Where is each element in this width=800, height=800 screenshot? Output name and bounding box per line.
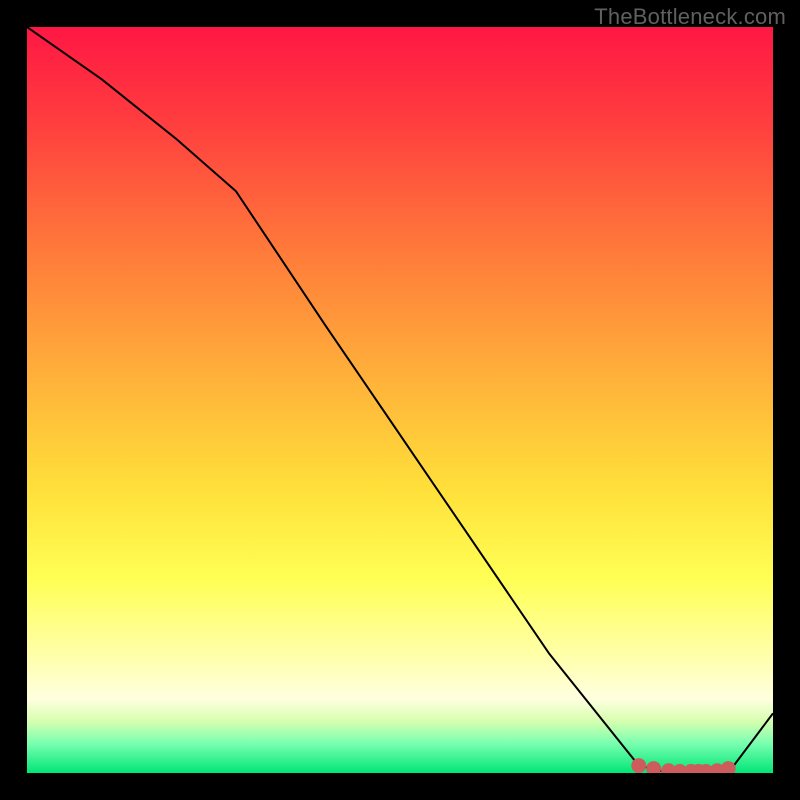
curve-marker bbox=[632, 759, 645, 772]
chart-stage: TheBottleneck.com bbox=[0, 0, 800, 800]
curve-marker bbox=[647, 762, 660, 773]
marker-group bbox=[632, 759, 735, 773]
chart-svg bbox=[27, 27, 773, 773]
plot-area bbox=[27, 27, 773, 773]
watermark-text: TheBottleneck.com bbox=[594, 4, 786, 30]
bottleneck-curve bbox=[27, 27, 773, 773]
curve-marker bbox=[722, 762, 735, 773]
